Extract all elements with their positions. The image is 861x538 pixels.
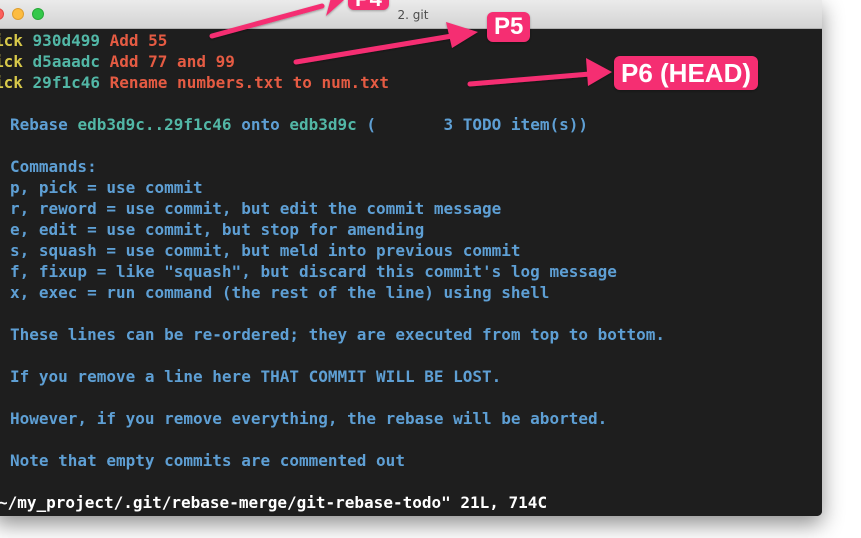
command-help-line: r, reword = use commit, but edit the com… <box>10 199 502 218</box>
todo-line[interactable]: ick 930d499 Add 55 <box>0 31 167 51</box>
screenshot-stage: 2. git ick 930d499 Add 55 ick d5aaadc Ad… <box>0 0 861 538</box>
window-title: 2. git <box>397 8 429 22</box>
command-help-line: x, exec = run command (the rest of the l… <box>10 283 550 302</box>
rebase-info-prefix: Rebase <box>10 115 78 134</box>
callout-p4: P4 <box>348 0 389 10</box>
todo-message: Add 77 and 99 <box>109 52 235 71</box>
todo-command: ick <box>0 73 23 92</box>
note-line: However, if you remove everything, the r… <box>10 409 608 428</box>
rebase-info-line: Rebase edb3d9c..29f1c46 onto edb3d9c ( 3… <box>10 115 588 135</box>
todo-hash: 29f1c46 <box>32 73 100 92</box>
rebase-onto-word: onto <box>231 115 290 134</box>
command-help-line: e, edit = use commit, but stop for amend… <box>10 220 425 239</box>
todo-line[interactable]: ick 29f1c46 Rename numbers.txt to num.tx… <box>0 73 389 93</box>
command-help-line: f, fixup = like "squash", but discard th… <box>10 262 617 281</box>
todo-command: ick <box>0 31 23 50</box>
rebase-range: edb3d9c..29f1c46 <box>77 115 232 134</box>
vim-status-line: ~/my_project/.git/rebase-merge/git-rebas… <box>0 493 548 512</box>
todo-hash: d5aaadc <box>32 52 100 71</box>
note-line: These lines can be re-ordered; they are … <box>10 325 666 344</box>
rebase-onto-sha: edb3d9c <box>289 115 357 134</box>
rebase-info-suffix: ( 3 TODO item(s)) <box>356 115 588 134</box>
callout-p5: P5 <box>487 12 531 42</box>
note-line: If you remove a line here THAT COMMIT WI… <box>10 367 502 386</box>
todo-message: Rename numbers.txt to num.txt <box>109 73 389 92</box>
todo-line[interactable]: ick d5aaadc Add 77 and 99 <box>0 52 235 72</box>
title-bar: 2. git <box>0 0 822 29</box>
command-help-line: s, squash = use commit, but meld into pr… <box>10 241 521 260</box>
todo-hash: 930d499 <box>32 31 100 50</box>
note-line: Note that empty commits are commented ou… <box>10 451 405 470</box>
todo-command: ick <box>0 52 23 71</box>
commands-header: Commands: <box>10 157 97 176</box>
callout-p6-head: P6 (HEAD) <box>614 56 759 90</box>
todo-message: Add 55 <box>109 31 168 50</box>
terminal-content[interactable]: ick 930d499 Add 55 ick d5aaadc Add 77 an… <box>0 29 822 516</box>
command-help-line: p, pick = use commit <box>10 178 203 197</box>
